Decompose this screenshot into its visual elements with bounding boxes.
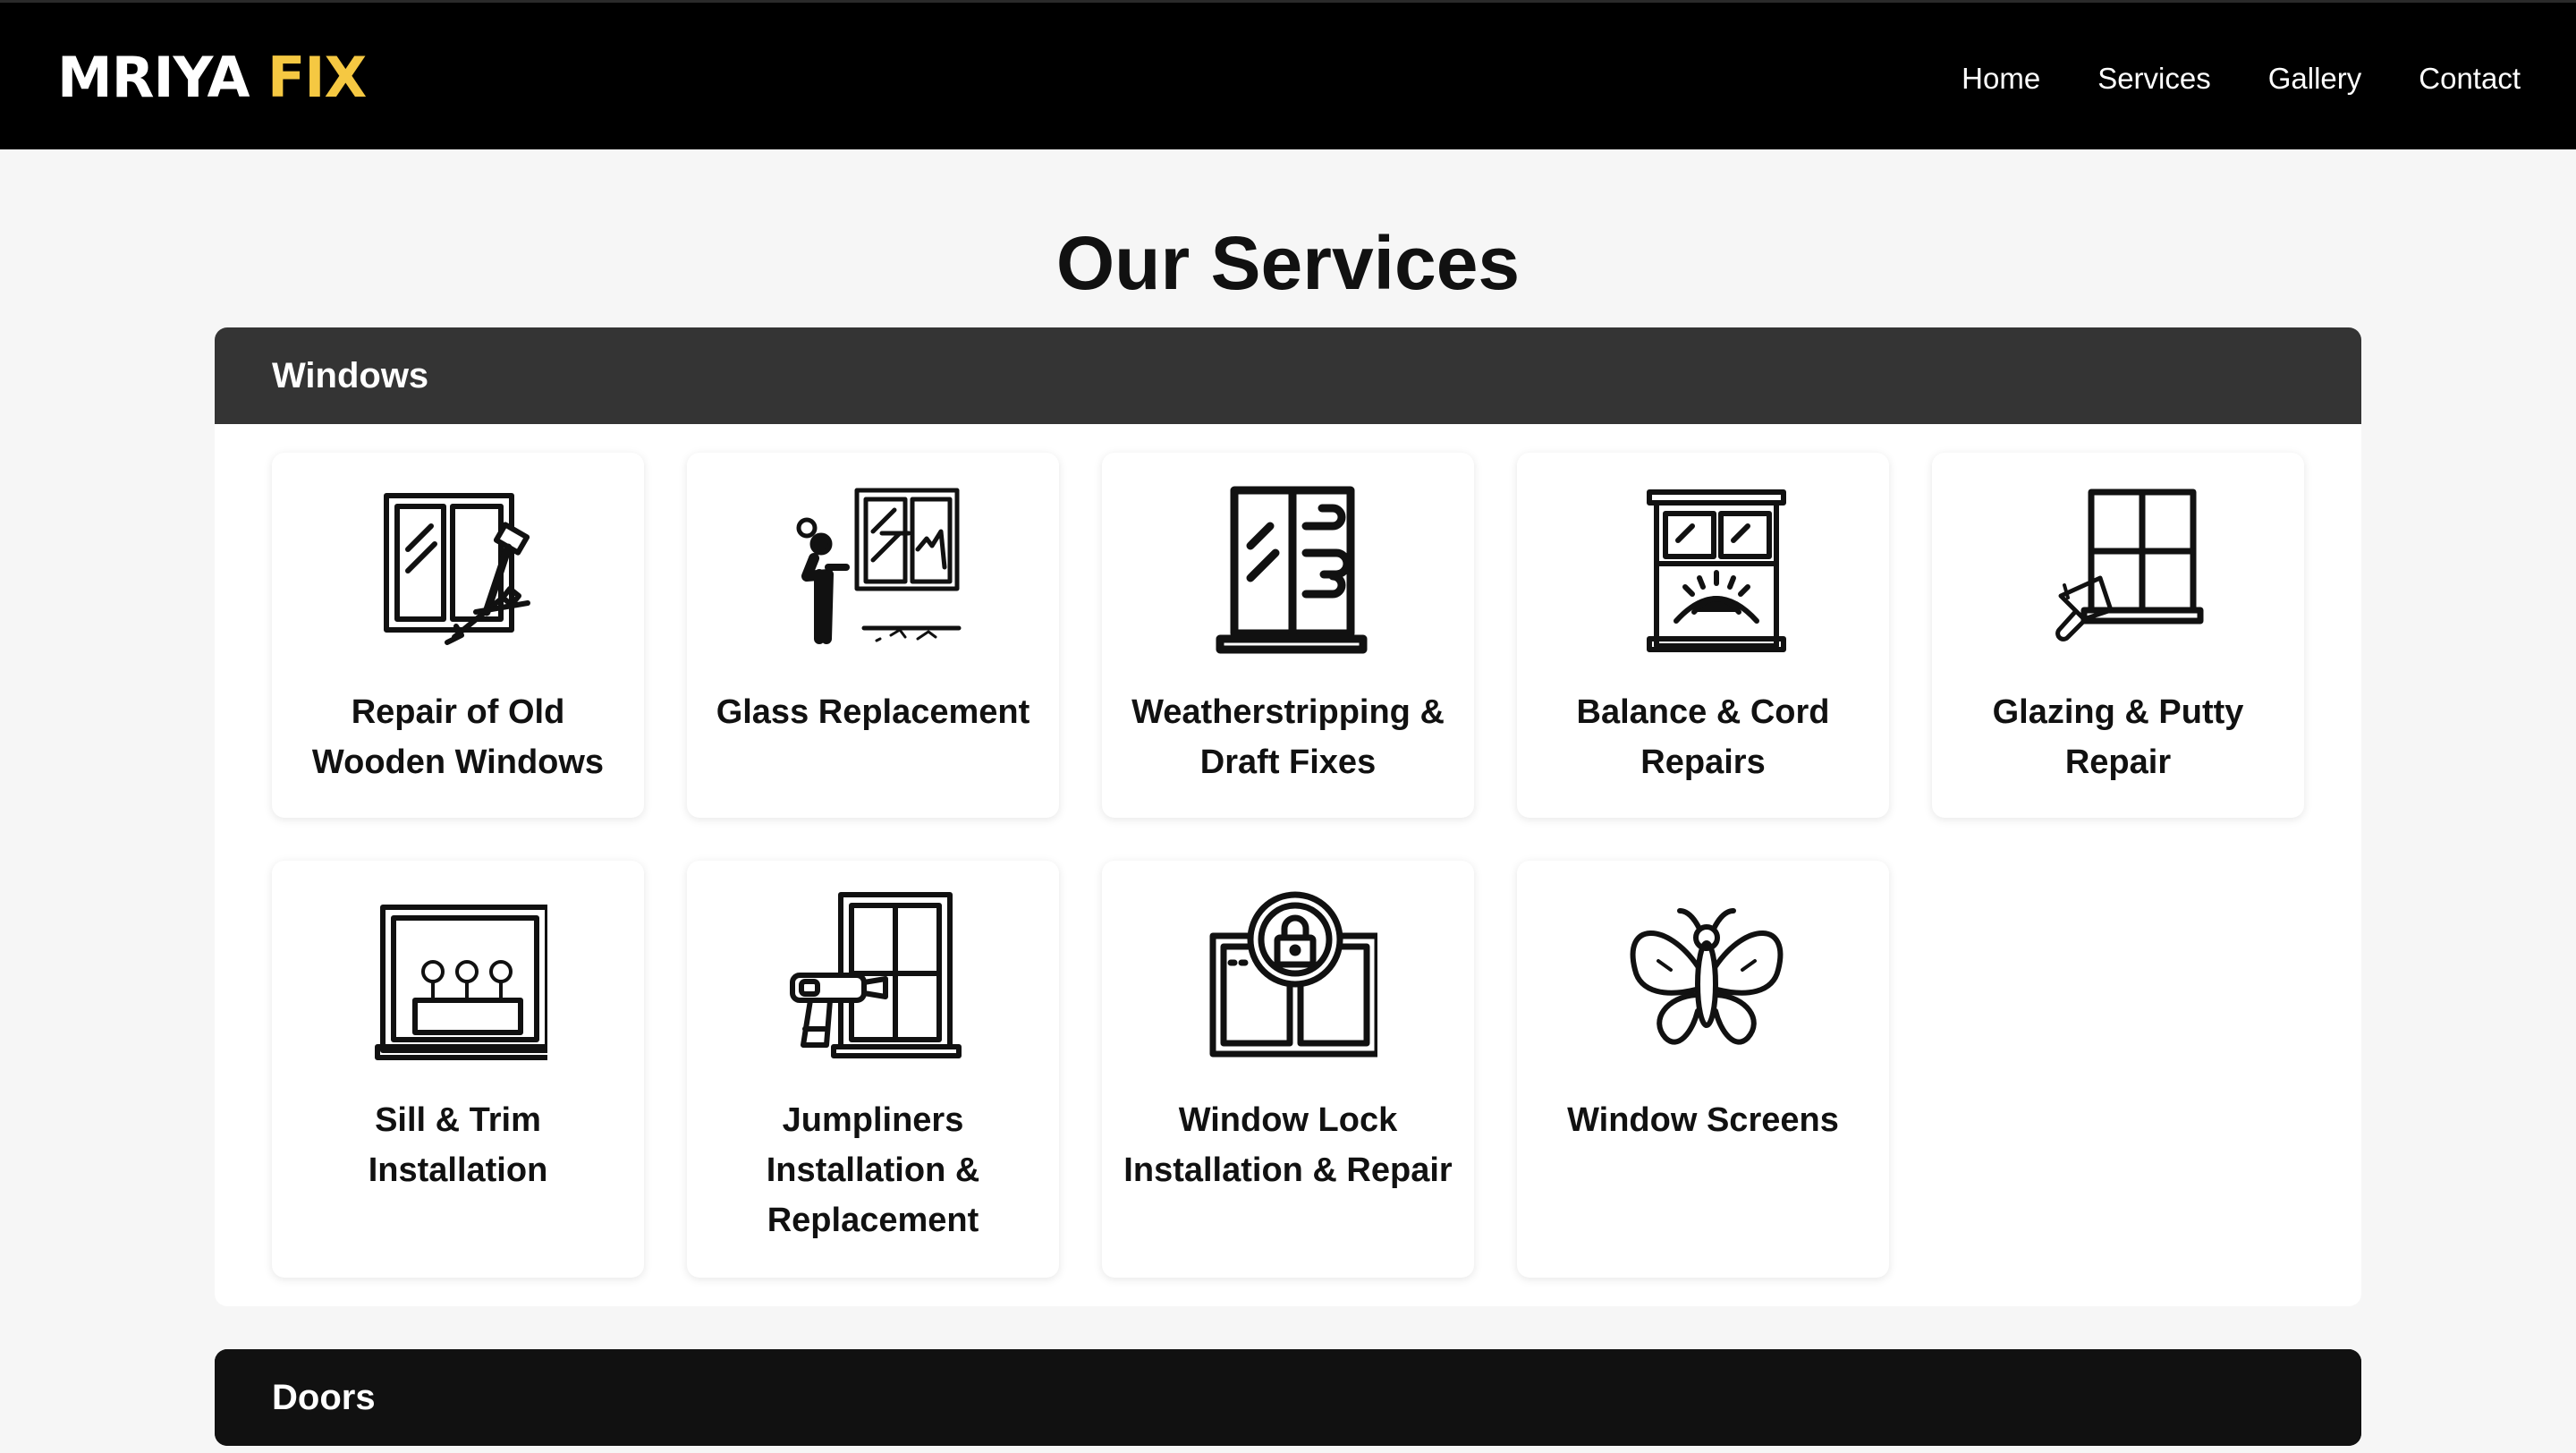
service-label: Jumpliners Installation & Replacement [766,1101,980,1239]
window-lock-icon [1209,891,1377,1058]
brand-logo[interactable]: MRIYA FIX [57,44,367,112]
service-card-glazing-putty[interactable]: Glazing & Putty Repair [1932,453,2304,818]
service-label: Glass Replacement [716,693,1030,731]
service-label: Sill & Trim Installation [368,1101,548,1189]
windows-section: Windows Repair of Old Wooden Windows Gla… [215,327,2361,1306]
service-card-weatherstripping[interactable]: Weatherstripping & Draft Fixes [1102,453,1474,818]
window-drill-icon [790,892,962,1058]
doors-section-header[interactable]: Doors [215,1349,2361,1446]
service-label: Repair of Old Wooden Windows [311,693,605,781]
doors-section: Doors [215,1349,2361,1446]
service-card-glass-replacement[interactable]: Glass Replacement [687,453,1059,818]
window-sunrise-icon [1647,489,1786,652]
person-broken-window-icon [796,488,962,644]
nav-services-link[interactable]: Services [2097,56,2211,101]
window-wind-icon [1216,486,1368,654]
window-flowerbox-icon [375,905,547,1060]
windows-section-header[interactable]: Windows [215,327,2361,424]
window-hammer-wrench-icon [384,493,530,645]
main-nav: Home Services Gallery Contact [1962,56,2521,101]
nav-home-link[interactable]: Home [1962,56,2040,101]
nav-gallery-link[interactable]: Gallery [2268,56,2362,101]
brand-name-accent: FIX [267,45,367,110]
butterfly-icon [1630,908,1784,1045]
service-label: Glazing & Putty Repair [1992,693,2244,781]
service-card-balance-cord[interactable]: Balance & Cord Repairs [1517,453,1889,818]
service-label: Window Screens [1567,1101,1839,1139]
service-card-jumpliners[interactable]: Jumpliners Installation & Replacement [687,861,1059,1278]
nav-contact-link[interactable]: Contact [2419,56,2521,101]
service-card-window-lock[interactable]: Window Lock Installation & Repair [1102,861,1474,1278]
service-label: Balance & Cord Repairs [1576,693,1830,781]
top-navbar: MRIYA FIX Home Services Gallery Contact [0,0,2576,149]
service-card-window-screens[interactable]: Window Screens [1517,861,1889,1278]
page-title: Our Services [1055,221,1521,306]
service-label: Window Lock Installation & Repair [1123,1101,1453,1189]
service-card-sill-trim[interactable]: Sill & Trim Installation [272,861,644,1278]
service-label: Weatherstripping & Draft Fixes [1131,693,1445,781]
service-card-repair-wooden-windows[interactable]: Repair of Old Wooden Windows [272,453,644,818]
window-paintbrush-icon [2055,489,2204,642]
brand-name-white: MRIYA [57,45,250,110]
